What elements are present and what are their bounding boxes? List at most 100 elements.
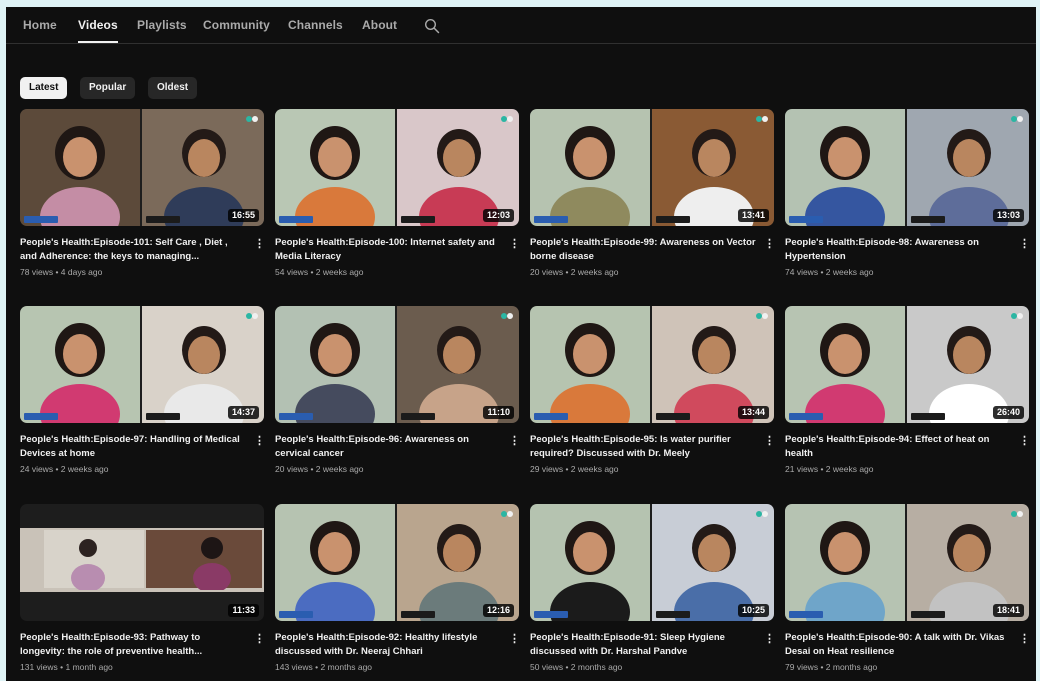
participant-name-tag <box>146 216 180 223</box>
tab-about[interactable]: About <box>362 18 397 32</box>
upload-age: 2 months ago <box>320 662 373 672</box>
more-options-icon[interactable]: ⋮ <box>509 434 520 448</box>
video-thumbnail[interactable]: 13:44 <box>530 306 774 423</box>
more-options-icon[interactable]: ⋮ <box>509 237 520 251</box>
participant-silhouette <box>71 539 105 590</box>
video-title[interactable]: People's Health:Episode-91: Sleep Hygien… <box>530 631 756 659</box>
video-card[interactable]: 12:16 People's Health:Episode-92: Healthy… <box>275 504 520 681</box>
video-card[interactable]: 26:40 People's Health:Episode-94: Effect … <box>785 306 1030 484</box>
video-thumbnail[interactable]: 12:16 <box>275 504 519 621</box>
video-title[interactable]: People's Health:Episode-95: Is water pur… <box>530 433 756 461</box>
view-count: 50 views <box>530 662 564 672</box>
video-thumbnail[interactable]: 26:40 <box>785 306 1029 423</box>
meta-separator: • <box>563 267 571 277</box>
video-title[interactable]: People's Health:Episode-100: Internet sa… <box>275 236 501 264</box>
duration-badge: 18:41 <box>992 604 1024 617</box>
video-card[interactable]: 18:41 People's Health:Episode-90: A talk … <box>785 504 1030 681</box>
video-thumbnail[interactable]: 11:33 <box>20 504 264 621</box>
upload-age: 2 weeks ago <box>315 464 364 474</box>
video-title[interactable]: People's Health:Episode-101: Self Care ,… <box>20 236 246 264</box>
participant-name-tag <box>656 216 690 223</box>
video-metadata: 20 views • 2 weeks ago <box>530 267 756 277</box>
upload-age: 2 weeks ago <box>825 464 874 474</box>
video-thumbnail[interactable]: 14:37 <box>20 306 264 423</box>
video-card[interactable]: 12:03 People's Health:Episode-100: Intern… <box>275 109 520 287</box>
more-options-icon[interactable]: ⋮ <box>764 434 775 448</box>
video-card[interactable]: 13:41 People's Health:Episode-99: Awarene… <box>530 109 775 287</box>
host-silhouette <box>295 323 375 423</box>
host-video-pane <box>275 109 395 226</box>
channel-logo-icon <box>501 511 513 517</box>
channel-logo-icon <box>756 116 768 122</box>
video-card[interactable]: 16:55 People's Health:Episode-101: Self C… <box>20 109 265 287</box>
channel-logo-icon <box>756 511 768 517</box>
video-thumbnail[interactable]: 12:03 <box>275 109 519 226</box>
video-title[interactable]: People's Health:Episode-97: Handling of … <box>20 433 246 461</box>
tab-playlists[interactable]: Playlists <box>137 18 187 32</box>
view-count: 20 views <box>530 267 564 277</box>
video-metadata: 78 views • 4 days ago <box>20 267 246 277</box>
channel-logo-icon <box>1011 511 1023 517</box>
more-options-icon[interactable]: ⋮ <box>509 632 520 646</box>
video-card[interactable]: 11:10 People's Health:Episode-96: Awarene… <box>275 306 520 484</box>
host-video-pane <box>20 109 140 226</box>
chip-latest[interactable]: Latest <box>20 77 68 99</box>
meta-separator: • <box>53 464 61 474</box>
meta-separator: • <box>818 662 826 672</box>
host-video-pane <box>275 504 395 621</box>
participant-name-tag <box>401 413 435 420</box>
more-options-icon[interactable]: ⋮ <box>764 237 775 251</box>
video-thumbnail[interactable]: 18:41 <box>785 504 1029 621</box>
tab-videos[interactable]: Videos <box>78 18 118 43</box>
more-options-icon[interactable]: ⋮ <box>764 632 775 646</box>
more-options-icon[interactable]: ⋮ <box>254 434 265 448</box>
upload-age: 4 days ago <box>60 267 103 277</box>
participant-name-tag <box>789 611 823 618</box>
more-options-icon[interactable]: ⋮ <box>1019 632 1030 646</box>
video-card[interactable]: 11:33 People's Health:Episode-93: Pathway… <box>20 504 265 681</box>
chip-oldest[interactable]: Oldest <box>148 77 198 99</box>
channel-logo-icon <box>501 313 513 319</box>
video-thumbnail[interactable]: 13:03 <box>785 109 1029 226</box>
video-thumbnail[interactable]: 16:55 <box>20 109 264 226</box>
host-video-pane <box>530 109 650 226</box>
video-metadata: 143 views • 2 months ago <box>275 662 501 672</box>
chip-popular[interactable]: Popular <box>80 77 136 99</box>
duration-badge: 14:37 <box>227 406 259 419</box>
video-title[interactable]: People's Health:Episode-93: Pathway to l… <box>20 631 246 659</box>
video-title[interactable]: People's Health:Episode-96: Awareness on… <box>275 433 501 461</box>
more-options-icon[interactable]: ⋮ <box>1019 434 1030 448</box>
video-thumbnail[interactable]: 13:41 <box>530 109 774 226</box>
video-metadata: 21 views • 2 weeks ago <box>785 464 1011 474</box>
video-frame <box>20 528 264 592</box>
video-card[interactable]: 14:37 People's Health:Episode-97: Handlin… <box>20 306 265 484</box>
video-title[interactable]: People's Health:Episode-94: Effect of he… <box>785 433 1011 461</box>
channel-tab-bar: Home Videos Playlists Community Channels… <box>6 7 1036 44</box>
host-silhouette <box>295 521 375 621</box>
host-video-pane <box>785 109 905 226</box>
search-icon[interactable] <box>424 18 440 34</box>
video-card[interactable]: 10:25 People's Health:Episode-91: Sleep H… <box>530 504 775 681</box>
video-card[interactable]: 13:03 People's Health:Episode-98: Awarene… <box>785 109 1030 287</box>
video-title[interactable]: People's Health:Episode-92: Healthy life… <box>275 631 501 659</box>
tab-home[interactable]: Home <box>23 18 57 32</box>
channel-logo-icon <box>756 313 768 319</box>
video-thumbnail[interactable]: 11:10 <box>275 306 519 423</box>
more-options-icon[interactable]: ⋮ <box>254 632 265 646</box>
video-card[interactable]: 13:44 People's Health:Episode-95: Is wate… <box>530 306 775 484</box>
video-title[interactable]: People's Health:Episode-99: Awareness on… <box>530 236 756 264</box>
video-title[interactable]: People's Health:Episode-90: A talk with … <box>785 631 1011 659</box>
participant-name-tag <box>656 611 690 618</box>
meta-separator: • <box>308 464 316 474</box>
view-count: 54 views <box>275 267 309 277</box>
tab-community[interactable]: Community <box>203 18 270 32</box>
channel-logo-icon <box>246 313 258 319</box>
more-options-icon[interactable]: ⋮ <box>1019 237 1030 251</box>
more-options-icon[interactable]: ⋮ <box>254 237 265 251</box>
host-video-pane <box>530 306 650 423</box>
view-count: 131 views <box>20 662 58 672</box>
video-title[interactable]: People's Health:Episode-98: Awareness on… <box>785 236 1011 264</box>
tab-channels[interactable]: Channels <box>288 18 343 32</box>
channel-page: Home Videos Playlists Community Channels… <box>6 7 1036 681</box>
video-thumbnail[interactable]: 10:25 <box>530 504 774 621</box>
